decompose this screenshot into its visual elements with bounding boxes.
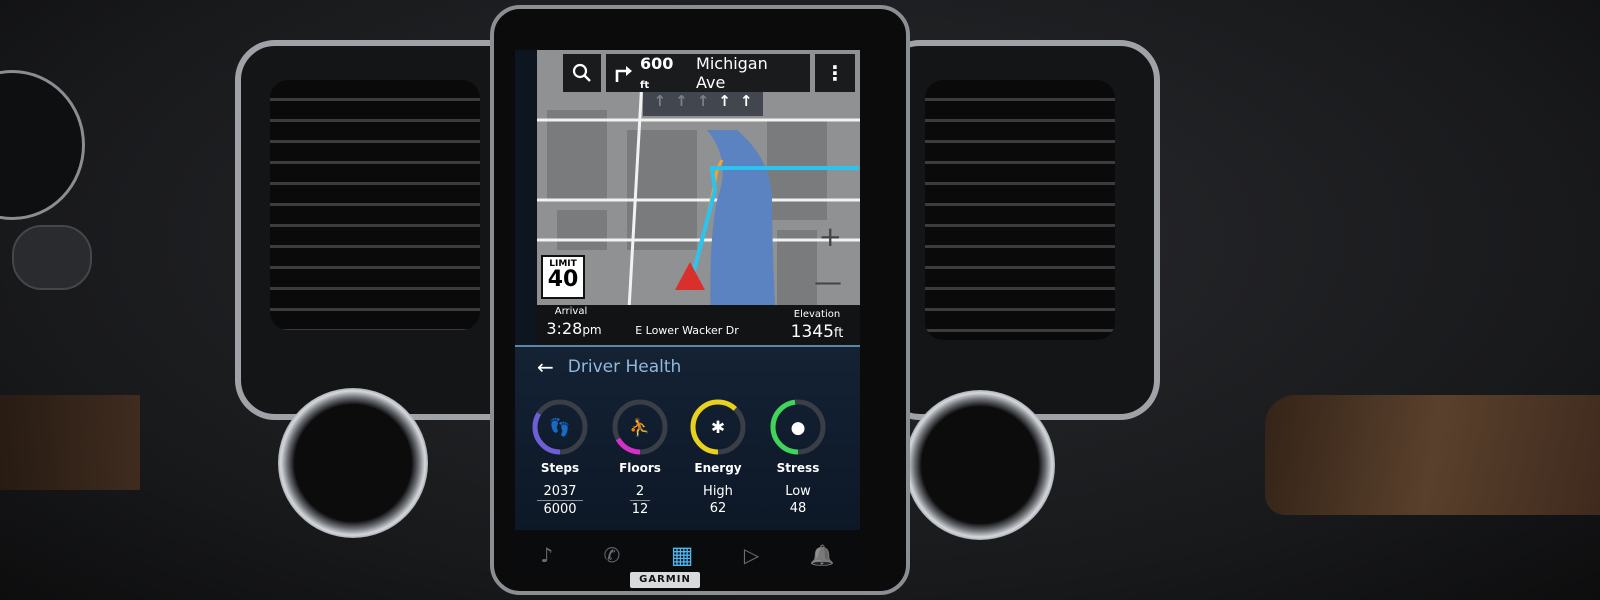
speed-limit-value: 40 — [547, 267, 579, 292]
metric-label: Steps — [540, 461, 580, 475]
metric-value: 2037 — [537, 483, 583, 501]
arrival-label: Arrival — [554, 306, 588, 317]
turn-distance-unit: ft — [639, 80, 650, 91]
media-play-icon[interactable]: ▷ — [744, 543, 759, 567]
arrival-time-suffix: pm — [582, 323, 602, 337]
metric-value: 2 — [629, 483, 651, 501]
zoom-out-button[interactable]: — — [814, 265, 842, 298]
stairs-climb-icon: ⛹ — [629, 417, 650, 438]
metric-steps[interactable]: 👣 Steps 2037 6000 — [520, 397, 600, 518]
lane-guidance: ↑ ↑ ↑ ↑ ↑ — [643, 92, 763, 116]
garmin-logo: GARMIN — [630, 572, 700, 588]
metric-value: 62 — [709, 501, 727, 516]
metric-label: Energy — [694, 461, 742, 475]
turn-right-icon — [615, 66, 632, 82]
stress-person-icon: ● — [791, 418, 806, 438]
lane-arrow-icon: ↑ — [718, 92, 731, 110]
infotainment-screen: + — 600 ft Michigan Ave ⋮ ↑ ↑ ↑ ↑ ↑ LIMI… — [515, 50, 860, 580]
metric-goal: 12 — [631, 502, 649, 517]
trip-info-bar: Arrival 3:28pm E Lower Wacker Dr Elevati… — [537, 305, 860, 345]
elevation-label: Elevation — [793, 309, 841, 320]
phone-icon[interactable]: ✆ — [603, 543, 620, 567]
zoom-in-button[interactable]: + — [819, 220, 842, 253]
lane-arrow-icon: ↑ — [653, 92, 667, 110]
back-arrow-icon[interactable]: ← — [537, 355, 554, 379]
lane-arrow-icon: ↑ — [675, 92, 688, 110]
energy-ring: ✱ — [690, 399, 746, 455]
arrival-time[interactable]: 3:28pm — [541, 319, 607, 338]
lane-arrow-icon: ↑ — [739, 92, 753, 110]
metric-value: 48 — [789, 501, 807, 516]
elevation-unit: ft — [833, 326, 844, 341]
wood-trim-left — [0, 395, 140, 490]
notification-bell-icon[interactable]: 🔔 — [810, 543, 835, 567]
right-climate-knob[interactable] — [905, 390, 1055, 540]
driver-health-panel: ← Driver Health 👣 Steps 2037 6000 ⛹ Floors… — [515, 345, 860, 530]
metric-energy[interactable]: ✱ Energy High 62 — [678, 397, 758, 517]
turn-distance: 600 — [639, 54, 674, 73]
apps-grid-icon[interactable]: ▦ — [671, 541, 694, 569]
floors-ring: ⛹ — [612, 399, 668, 455]
footprints-icon: 👣 — [549, 417, 570, 438]
metric-label: Stress — [776, 461, 820, 475]
body-energy-icon: ✱ — [711, 418, 725, 438]
next-street: Michigan Ave — [696, 54, 768, 92]
metric-level: High — [703, 484, 733, 499]
elevation-number: 1345 — [790, 322, 834, 342]
left-air-vent[interactable] — [270, 80, 480, 330]
right-air-vent[interactable] — [925, 80, 1115, 340]
lane-arrow-icon: ↑ — [696, 92, 710, 110]
metric-label: Floors — [619, 461, 661, 475]
search-icon — [572, 63, 591, 82]
turn-instruction[interactable]: 600 ft Michigan Ave — [606, 54, 810, 92]
elevation-value: 1345ft — [777, 322, 857, 342]
left-climate-knob[interactable] — [278, 388, 428, 538]
stress-ring: ● — [770, 399, 826, 455]
metric-goal: 6000 — [543, 502, 577, 517]
speed-limit-sign: LIMIT 40 — [541, 255, 585, 299]
current-road: E Lower Wacker Dr — [635, 324, 739, 337]
music-icon[interactable]: ♪ — [540, 543, 553, 567]
more-options-button[interactable]: ⋮ — [815, 54, 855, 92]
more-vertical-icon: ⋮ — [825, 61, 845, 85]
wood-trim-right — [1265, 395, 1600, 515]
steering-controls — [12, 225, 92, 290]
metric-stress[interactable]: ● Stress Low 48 — [758, 397, 838, 517]
search-button[interactable] — [563, 54, 601, 92]
arrival-time-value: 3:28 — [546, 319, 583, 338]
metric-floors[interactable]: ⛹ Floors 2 12 — [600, 397, 680, 518]
panel-title: Driver Health — [567, 357, 682, 377]
metric-level: Low — [785, 484, 811, 499]
steps-ring: 👣 — [532, 399, 588, 455]
